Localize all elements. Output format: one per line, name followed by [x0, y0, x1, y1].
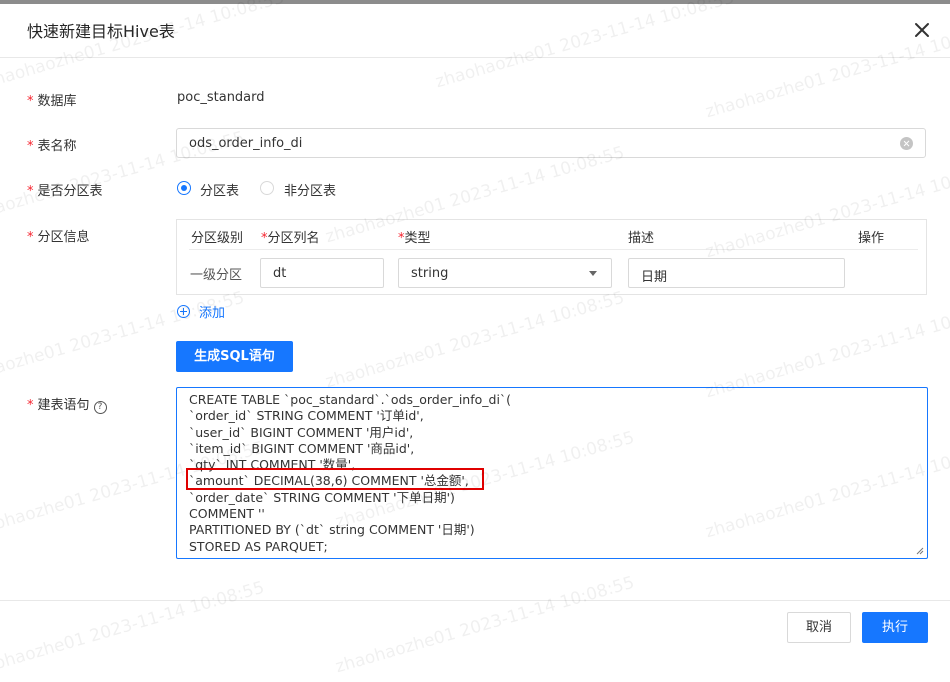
- radio-non-partitioned[interactable]: [260, 181, 274, 195]
- partition-type-select[interactable]: string: [398, 258, 612, 288]
- radio-non-partitioned-label[interactable]: 非分区表: [284, 180, 336, 199]
- partition-table: 分区级别 *分区列名 *类型 描述 操作 一级分区 dt string 日期: [176, 219, 927, 295]
- sql-line: `item_id` BIGINT COMMENT '商品id',: [189, 440, 415, 456]
- header-column: *分区列名: [261, 231, 320, 246]
- database-value: poc_standard: [177, 90, 265, 105]
- watermark: zhaohaozhe01 2023-11-14 10:08:55: [0, 577, 267, 682]
- sql-line: STORED AS PARQUET;: [189, 538, 328, 554]
- sql-line: `order_date` STRING COMMENT '下单日期'): [189, 489, 455, 505]
- header-desc: 描述: [628, 231, 655, 246]
- footer-divider: [0, 600, 950, 601]
- partition-info-label: * 分区信息: [27, 230, 90, 245]
- dialog-title: 快速新建目标Hive表: [27, 22, 175, 41]
- database-label: * 数据库: [27, 94, 77, 109]
- table-name-input[interactable]: ods_order_info_di: [176, 128, 926, 158]
- partition-level-cell: 一级分区: [190, 268, 243, 283]
- partition-desc-value: 日期: [641, 270, 668, 285]
- sql-line: `order_id` STRING COMMENT '订单id',: [189, 408, 424, 424]
- clear-icon[interactable]: [900, 137, 913, 150]
- ddl-label: * 建表语句?: [27, 394, 107, 414]
- header-level: 分区级别: [191, 231, 244, 246]
- watermark: zhaohaozhe01 2023-11-14 10:08:55: [333, 572, 637, 678]
- table-name-label: * 表名称: [27, 139, 77, 154]
- partition-desc-input[interactable]: 日期: [628, 258, 845, 288]
- sql-line: `user_id` BIGINT COMMENT '用户id',: [189, 424, 414, 440]
- resize-handle-icon[interactable]: [916, 547, 924, 555]
- top-border: [0, 0, 950, 4]
- watermark: zhaohaozhe01 2023-11-14 10:08:55: [323, 287, 627, 393]
- sql-line: COMMENT '': [189, 506, 265, 522]
- header-divider: [189, 249, 918, 250]
- partition-column-value: dt: [273, 266, 287, 281]
- radio-partitioned[interactable]: [177, 181, 191, 195]
- sql-line: CREATE TABLE `poc_standard`.`ods_order_i…: [189, 392, 512, 407]
- plus-circle-icon: [177, 305, 190, 318]
- add-partition-link[interactable]: 添加: [177, 302, 225, 321]
- watermark: zhaohaozhe01 2023-11-14 10:08:55: [0, 0, 287, 93]
- generate-sql-button[interactable]: 生成SQL语句: [176, 341, 293, 372]
- caret-down-icon: [589, 271, 597, 276]
- header-action: 操作: [858, 231, 885, 246]
- partition-type-value: string: [411, 266, 449, 281]
- watermark: zhaohaozhe01 2023-11-14 10:08:55: [433, 0, 737, 93]
- header-type: *类型: [398, 231, 431, 246]
- partition-column-input[interactable]: dt: [260, 258, 384, 288]
- sql-line: PARTITIONED BY (`dt` string COMMENT '日期'…: [189, 522, 475, 538]
- execute-button[interactable]: 执行: [862, 612, 928, 643]
- help-icon[interactable]: ?: [93, 401, 107, 414]
- cancel-button[interactable]: 取消: [787, 612, 851, 643]
- header-divider: [0, 57, 950, 58]
- highlight-box: [186, 468, 484, 490]
- partitioned-label: * 是否分区表: [27, 184, 103, 199]
- table-name-value: ods_order_info_di: [189, 136, 303, 151]
- close-icon[interactable]: [912, 20, 932, 40]
- radio-partitioned-label[interactable]: 分区表: [200, 180, 239, 199]
